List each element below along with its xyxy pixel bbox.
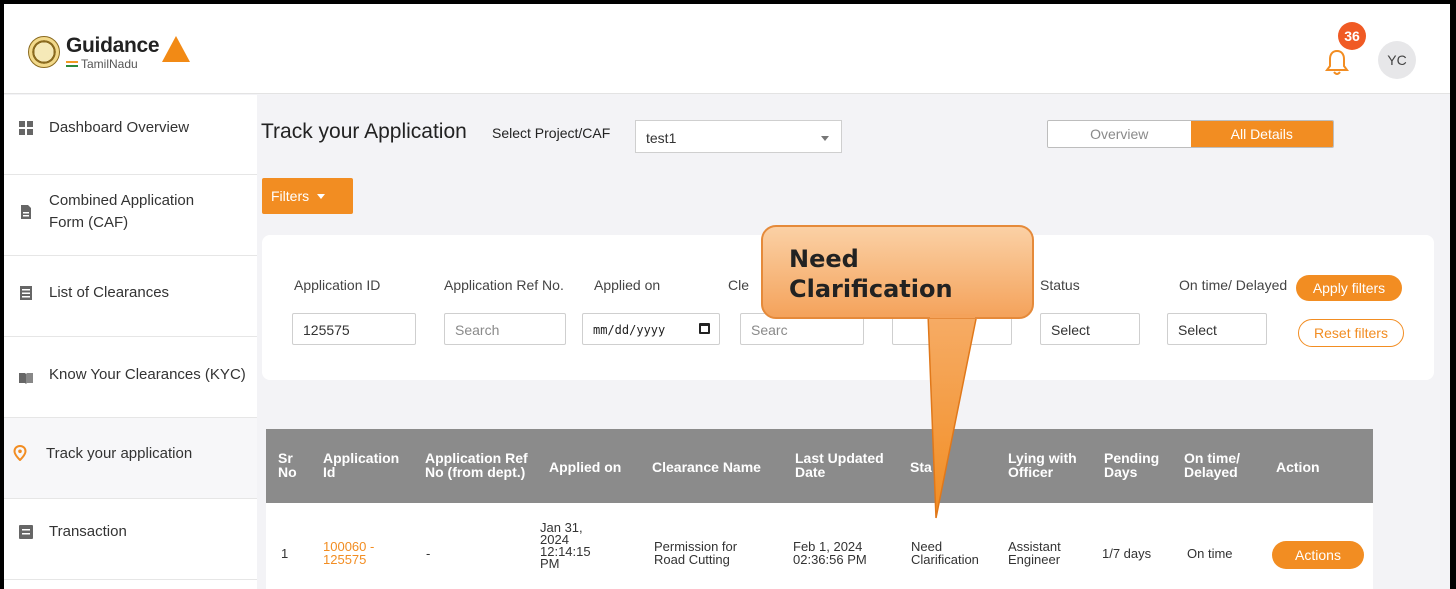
application-id-input[interactable]: 125575 xyxy=(292,313,416,345)
table-header: Sr No Application Id Application Ref No (fr… xyxy=(266,429,1373,503)
sidebar-item-label: Track your application xyxy=(46,445,193,462)
calendar-icon xyxy=(699,323,710,334)
on-time-delayed-select[interactable]: Select xyxy=(1167,313,1267,345)
list-icon xyxy=(20,286,32,300)
sidebar-item-label: Combined Application Form (CAF) xyxy=(49,192,195,231)
app-window: Guidance TamilNadu 36 YC Dashboard Overv… xyxy=(4,4,1450,589)
top-header: Guidance TamilNadu 36 YC xyxy=(4,4,1450,94)
cell-status: Need Clarification xyxy=(911,539,979,567)
cell-pending-days: 1/7 days xyxy=(1102,546,1152,561)
sidebar: Dashboard Overview Combined Application … xyxy=(4,95,257,589)
tab-overview[interactable]: Overview xyxy=(1048,121,1191,147)
callout-text: Need Clarification xyxy=(789,245,953,303)
status-select[interactable]: Select xyxy=(1040,313,1140,345)
application-ref-input[interactable]: Search xyxy=(444,313,566,345)
col-application-id: Application Id xyxy=(323,450,400,480)
notification-count-badge[interactable]: 36 xyxy=(1338,22,1366,50)
sidebar-item-clearances[interactable]: List of Clearances xyxy=(4,256,257,337)
col-pending-days: Pending Days xyxy=(1104,450,1160,480)
status-label: Status xyxy=(1040,277,1080,293)
cell-application-id-link[interactable]: 100060 -125575 xyxy=(323,540,374,566)
project-select-value: test1 xyxy=(646,130,677,146)
cell-lying-with: Assistant Engineer xyxy=(1008,539,1061,567)
tamilnadu-emblem-icon xyxy=(28,36,60,68)
clearance-label: Cle xyxy=(728,277,750,293)
application-ref-label: Application Ref No. xyxy=(444,277,564,293)
cell-applied-on: Jan 31, 2024 12:14:15 PM xyxy=(540,520,591,571)
col-lying-with: Lying with Officer xyxy=(1008,450,1077,480)
sidebar-item-label: Know Your Clearances (KYC) xyxy=(49,366,246,383)
application-id-label: Application ID xyxy=(294,277,381,293)
apply-filters-button[interactable]: Apply filters xyxy=(1296,275,1402,301)
col-applied-on: Applied on xyxy=(549,459,622,475)
clearance-search-input[interactable]: Searc xyxy=(740,313,864,345)
col-status: Sta xyxy=(910,459,932,475)
cell-on-time: On time xyxy=(1187,546,1233,561)
applied-on-value: mm/dd/yyyy xyxy=(593,323,666,337)
col-clearance-name: Clearance Name xyxy=(652,459,761,475)
caret-down-icon xyxy=(317,193,326,199)
notification-bell-icon[interactable] xyxy=(1325,48,1349,76)
logo-mark-icon xyxy=(162,36,191,62)
actions-button[interactable]: Actions xyxy=(1272,541,1364,569)
page-title: Track your Application xyxy=(261,120,467,143)
filters-button[interactable]: Filters xyxy=(262,178,353,214)
receipt-icon xyxy=(19,525,33,539)
reset-filters-button[interactable]: Reset filters xyxy=(1298,319,1404,347)
sidebar-item-label: Transaction xyxy=(49,523,127,540)
location-pin-icon xyxy=(13,445,27,461)
on-time-delayed-label: On time/ Delayed xyxy=(1179,277,1288,293)
grid-icon xyxy=(19,121,33,135)
document-icon xyxy=(21,205,31,219)
applied-on-date-input[interactable]: mm/dd/yyyy xyxy=(582,313,720,345)
sidebar-item-label: List of Clearances xyxy=(49,284,170,301)
chevron-down-icon xyxy=(821,136,829,141)
col-on-time: On time/Delayed xyxy=(1184,450,1241,480)
table-row: 1 100060 -125575 - Jan 31, 2024 12:14:15 PM… xyxy=(266,503,1373,589)
cell-last-updated: Feb 1, 2024 02:36:56 PM xyxy=(793,539,867,567)
sidebar-item-dashboard[interactable]: Dashboard Overview xyxy=(4,95,257,175)
tab-all-details[interactable]: All Details xyxy=(1190,121,1333,147)
user-avatar[interactable]: YC xyxy=(1378,41,1416,79)
sidebar-item-kyc[interactable]: Know Your Clearances (KYC) xyxy=(4,337,257,418)
book-icon xyxy=(19,373,33,384)
sidebar-item-track-application[interactable]: Track your application xyxy=(4,418,257,499)
flag-icon xyxy=(66,61,78,68)
cell-application-ref: - xyxy=(426,546,431,561)
col-sr-no: Sr No xyxy=(278,450,297,480)
view-toggle: Overview All Details xyxy=(1047,120,1334,148)
sidebar-item-transaction[interactable]: Transaction xyxy=(4,499,257,580)
guidance-tamilnadu-logo[interactable]: Guidance TamilNadu xyxy=(28,32,191,72)
filters-button-label: Filters xyxy=(271,188,310,204)
department-select[interactable] xyxy=(892,313,1012,345)
project-select-dropdown[interactable]: test1 xyxy=(635,120,842,153)
brand-subtitle: TamilNadu xyxy=(81,56,138,71)
cell-sr-no: 1 xyxy=(281,546,289,561)
cell-clearance-name: Permission for Road Cutting xyxy=(654,539,738,567)
col-action: Action xyxy=(1276,459,1320,475)
sidebar-item-caf[interactable]: Combined Application Form (CAF) xyxy=(4,175,257,256)
col-application-ref: Application Ref No (from dept.) xyxy=(425,450,528,480)
applied-on-label: Applied on xyxy=(594,277,661,293)
brand-name: Guidance xyxy=(66,33,160,57)
project-select-label: Select Project/CAF xyxy=(492,125,611,141)
col-last-updated: Last Updated Date xyxy=(795,450,884,480)
sidebar-item-label: Dashboard Overview xyxy=(49,119,190,136)
